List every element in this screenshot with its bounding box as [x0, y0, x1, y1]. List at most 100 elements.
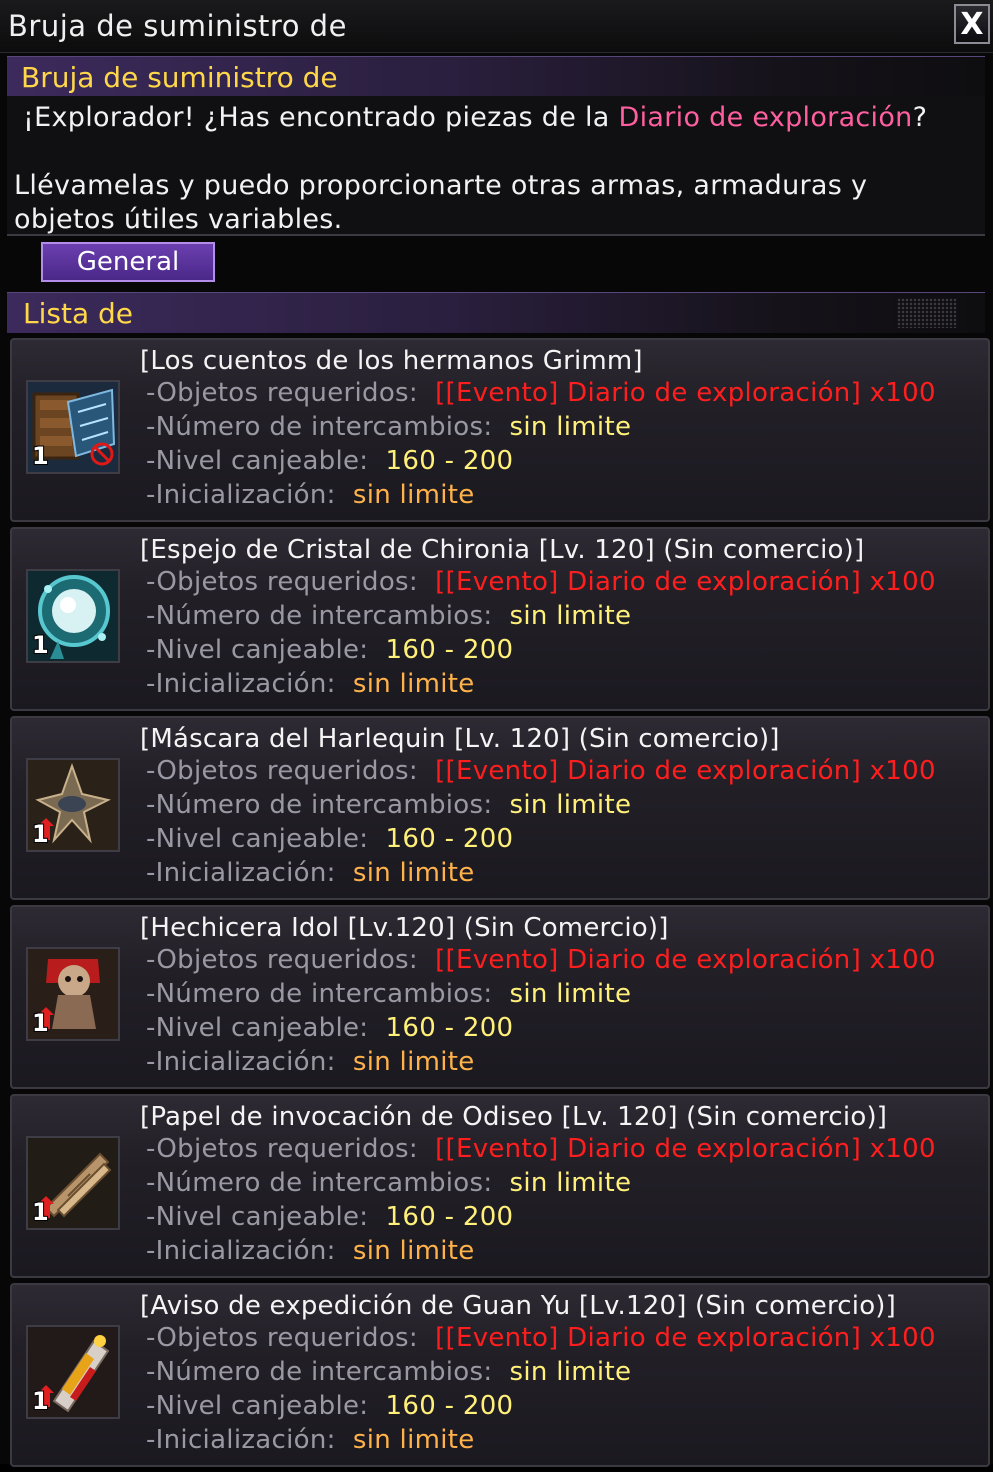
- reset-row: -Inicialización: sin limite: [146, 858, 475, 888]
- dialog-line-1: ¡Explorador! ¿Has encontrado piezas de l…: [23, 102, 927, 133]
- dialog-text: ¡Explorador! ¿Has encontrado piezas de l…: [23, 102, 619, 133]
- exchanges-label: -Número de intercambios:: [146, 1168, 493, 1198]
- item-name: [Aviso de expedición de Guan Yu [Lv.120]…: [140, 1291, 896, 1321]
- npc-name: Bruja de suministro de: [21, 61, 338, 94]
- window-title: Bruja de suministro de: [8, 9, 347, 43]
- reset-value: sin limite: [352, 858, 475, 888]
- close-button[interactable]: X: [954, 4, 990, 44]
- level-label: -Nivel canjeable:: [146, 824, 369, 854]
- level-value: 160 - 200: [385, 1202, 514, 1232]
- item-slot[interactable]: 1: [26, 758, 120, 852]
- reset-row: -Inicialización: sin limite: [146, 1047, 475, 1077]
- tab-bar: General: [7, 236, 985, 288]
- reset-row: -Inicialización: sin limite: [146, 1425, 475, 1455]
- item-name: [Espejo de Cristal de Chironia [Lv. 120]…: [140, 535, 865, 565]
- exchanges-value: sin limite: [509, 601, 632, 631]
- exchanges-row: -Número de intercambios: sin limite: [146, 979, 631, 1009]
- item-quantity: 1: [32, 631, 49, 659]
- level-value: 160 - 200: [385, 446, 514, 476]
- list-item[interactable]: 1 [Espejo de Cristal de Chironia [Lv. 12…: [10, 527, 990, 711]
- reset-value: sin limite: [352, 480, 475, 510]
- required-label: -Objetos requeridos:: [146, 378, 418, 408]
- required-items-row: -Objetos requeridos: [[Evento] Diario de…: [146, 1134, 936, 1164]
- dialog-line-2: Llévamelas y puedo proporcionarte otras …: [14, 170, 868, 235]
- dialog-highlight: Diario de exploración: [618, 102, 913, 133]
- required-value: [[Evento] Diario de exploración] x100: [435, 1323, 936, 1353]
- required-items-row: -Objetos requeridos: [[Evento] Diario de…: [146, 756, 936, 786]
- reset-value: sin limite: [352, 1425, 475, 1455]
- exchange-list: 1 [Los cuentos de los hermanos Grimm] -O…: [10, 338, 990, 1472]
- level-row: -Nivel canjeable: 160 - 200: [146, 635, 513, 665]
- dialog-text-end: ?: [912, 102, 928, 133]
- list-item[interactable]: 1 [Papel de invocación de Odiseo [Lv. 12…: [10, 1094, 990, 1278]
- required-label: -Objetos requeridos:: [146, 1323, 418, 1353]
- tab-general[interactable]: General: [41, 242, 215, 282]
- list-item[interactable]: 1 [Los cuentos de los hermanos Grimm] -O…: [10, 338, 990, 522]
- exchanges-label: -Número de intercambios:: [146, 790, 493, 820]
- required-items-row: -Objetos requeridos: [[Evento] Diario de…: [146, 378, 936, 408]
- grip-pattern: [897, 298, 957, 328]
- exchanges-value: sin limite: [509, 790, 632, 820]
- required-value: [[Evento] Diario de exploración] x100: [435, 945, 936, 975]
- level-row: -Nivel canjeable: 160 - 200: [146, 824, 513, 854]
- item-quantity: 1: [32, 820, 49, 848]
- reset-label: -Inicialización:: [146, 858, 336, 888]
- exchanges-value: sin limite: [509, 1168, 632, 1198]
- exchanges-label: -Número de intercambios:: [146, 412, 493, 442]
- exchanges-row: -Número de intercambios: sin limite: [146, 1357, 631, 1387]
- reset-label: -Inicialización:: [146, 480, 336, 510]
- level-label: -Nivel canjeable:: [146, 1013, 369, 1043]
- list-header-label: Lista de: [23, 297, 134, 330]
- item-name: [Papel de invocación de Odiseo [Lv. 120]…: [140, 1102, 888, 1132]
- item-name: [Hechicera Idol [Lv.120] (Sin Comercio)]: [140, 913, 669, 943]
- exchanges-row: -Número de intercambios: sin limite: [146, 1168, 631, 1198]
- list-item[interactable]: 1 [Máscara del Harlequin [Lv. 120] (Sin …: [10, 716, 990, 900]
- item-name: [Máscara del Harlequin [Lv. 120] (Sin co…: [140, 724, 780, 754]
- npc-header: Bruja de suministro de: [7, 56, 985, 97]
- exchanges-label: -Número de intercambios:: [146, 979, 493, 1009]
- exchanges-value: sin limite: [509, 412, 632, 442]
- reset-row: -Inicialización: sin limite: [146, 669, 475, 699]
- item-slot[interactable]: 1: [26, 569, 120, 663]
- reset-value: sin limite: [352, 1047, 475, 1077]
- required-label: -Objetos requeridos:: [146, 1134, 418, 1164]
- required-value: [[Evento] Diario de exploración] x100: [435, 567, 936, 597]
- reset-label: -Inicialización:: [146, 669, 336, 699]
- level-value: 160 - 200: [385, 1013, 514, 1043]
- level-label: -Nivel canjeable:: [146, 1391, 369, 1421]
- level-value: 160 - 200: [385, 824, 514, 854]
- item-slot[interactable]: 1: [26, 947, 120, 1041]
- required-label: -Objetos requeridos:: [146, 567, 418, 597]
- required-label: -Objetos requeridos:: [146, 945, 418, 975]
- required-label: -Objetos requeridos:: [146, 756, 418, 786]
- reset-label: -Inicialización:: [146, 1236, 336, 1266]
- title-bar[interactable]: Bruja de suministro de X: [0, 0, 993, 53]
- exchanges-value: sin limite: [509, 979, 632, 1009]
- item-slot[interactable]: 1: [26, 1136, 120, 1230]
- reset-row: -Inicialización: sin limite: [146, 480, 475, 510]
- reset-row: -Inicialización: sin limite: [146, 1236, 475, 1266]
- level-row: -Nivel canjeable: 160 - 200: [146, 1013, 513, 1043]
- exchanges-row: -Número de intercambios: sin limite: [146, 790, 631, 820]
- level-value: 160 - 200: [385, 1391, 514, 1421]
- item-slot[interactable]: 1: [26, 1325, 120, 1419]
- required-value: [[Evento] Diario de exploración] x100: [435, 756, 936, 786]
- item-slot[interactable]: 1: [26, 380, 120, 474]
- reset-value: sin limite: [352, 1236, 475, 1266]
- level-label: -Nivel canjeable:: [146, 1202, 369, 1232]
- level-row: -Nivel canjeable: 160 - 200: [146, 1202, 513, 1232]
- supply-witch-window: Bruja de suministro de X Bruja de sumini…: [0, 0, 993, 1467]
- required-value: [[Evento] Diario de exploración] x100: [435, 1134, 936, 1164]
- reset-label: -Inicialización:: [146, 1047, 336, 1077]
- level-value: 160 - 200: [385, 635, 514, 665]
- list-item[interactable]: 1 [Hechicera Idol [Lv.120] (Sin Comercio…: [10, 905, 990, 1089]
- reset-label: -Inicialización:: [146, 1425, 336, 1455]
- npc-dialog: ¡Explorador! ¿Has encontrado piezas de l…: [7, 96, 985, 236]
- list-header: Lista de: [7, 292, 985, 333]
- exchanges-row: -Número de intercambios: sin limite: [146, 601, 631, 631]
- level-row: -Nivel canjeable: 160 - 200: [146, 446, 513, 476]
- required-items-row: -Objetos requeridos: [[Evento] Diario de…: [146, 1323, 936, 1353]
- item-quantity: 1: [32, 1198, 49, 1226]
- reset-value: sin limite: [352, 669, 475, 699]
- list-item[interactable]: 1 [Aviso de expedición de Guan Yu [Lv.12…: [10, 1283, 990, 1467]
